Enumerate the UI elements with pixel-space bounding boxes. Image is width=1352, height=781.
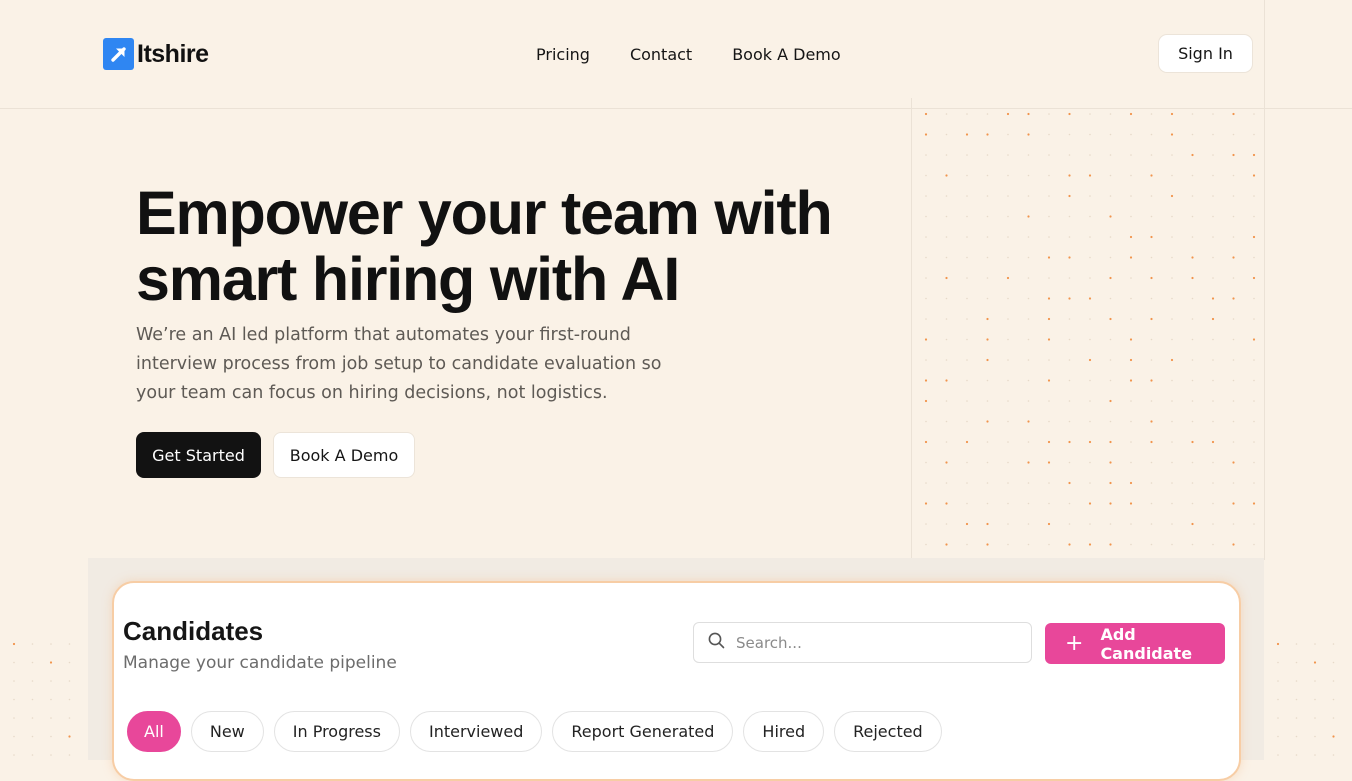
dot-pattern-decoration — [924, 112, 1256, 546]
search-input[interactable] — [734, 632, 1018, 653]
filter-new[interactable]: New — [190, 711, 264, 752]
candidates-subtitle: Manage your candidate pipeline — [123, 653, 397, 673]
candidates-preview-card: Candidates Manage your candidate pipelin… — [112, 581, 1241, 781]
dot-pattern-decoration-right — [1276, 642, 1335, 756]
filter-in-progress[interactable]: In Progress — [273, 711, 400, 752]
right-edge-divider — [1264, 0, 1265, 560]
candidates-title: Candidates — [123, 616, 264, 646]
filter-all[interactable]: All — [127, 711, 181, 752]
candidate-search[interactable] — [693, 622, 1032, 663]
hero-title: Empower your team with smart hiring with … — [136, 179, 833, 313]
book-demo-button[interactable]: Book A Demo — [273, 432, 415, 478]
get-started-button[interactable]: Get Started — [136, 432, 261, 478]
hero-title-line-2: smart hiring with AI — [136, 245, 680, 313]
hero-subtitle: We’re an AI led platform that automates … — [136, 325, 662, 403]
filter-rejected[interactable]: Rejected — [834, 711, 942, 752]
nav-link-book-demo[interactable]: Book A Demo — [732, 44, 840, 66]
dot-pattern-decoration-left — [12, 642, 71, 756]
filter-report-generated[interactable]: Report Generated — [552, 711, 734, 752]
sign-in-button[interactable]: Sign In — [1158, 34, 1253, 73]
arrow-up-right-icon — [103, 38, 134, 70]
brand-name: Itshire — [137, 39, 209, 68]
filter-interviewed[interactable]: Interviewed — [409, 711, 543, 752]
nav-link-pricing[interactable]: Pricing — [536, 44, 590, 66]
hero-title-line-1: Empower your team with — [136, 179, 833, 247]
main-nav: Pricing Contact Book A Demo — [536, 44, 841, 66]
search-icon — [708, 632, 725, 653]
plus-icon: + — [1065, 630, 1084, 656]
add-candidate-button[interactable]: + Add Candidate — [1045, 623, 1225, 664]
filter-hired[interactable]: Hired — [743, 711, 825, 752]
status-filter-tabs: All New In Progress Interviewed Report G… — [127, 711, 942, 752]
add-candidate-label: Add Candidate — [1100, 624, 1193, 663]
nav-link-contact[interactable]: Contact — [630, 44, 692, 66]
brand-logo[interactable]: Itshire — [103, 38, 209, 70]
